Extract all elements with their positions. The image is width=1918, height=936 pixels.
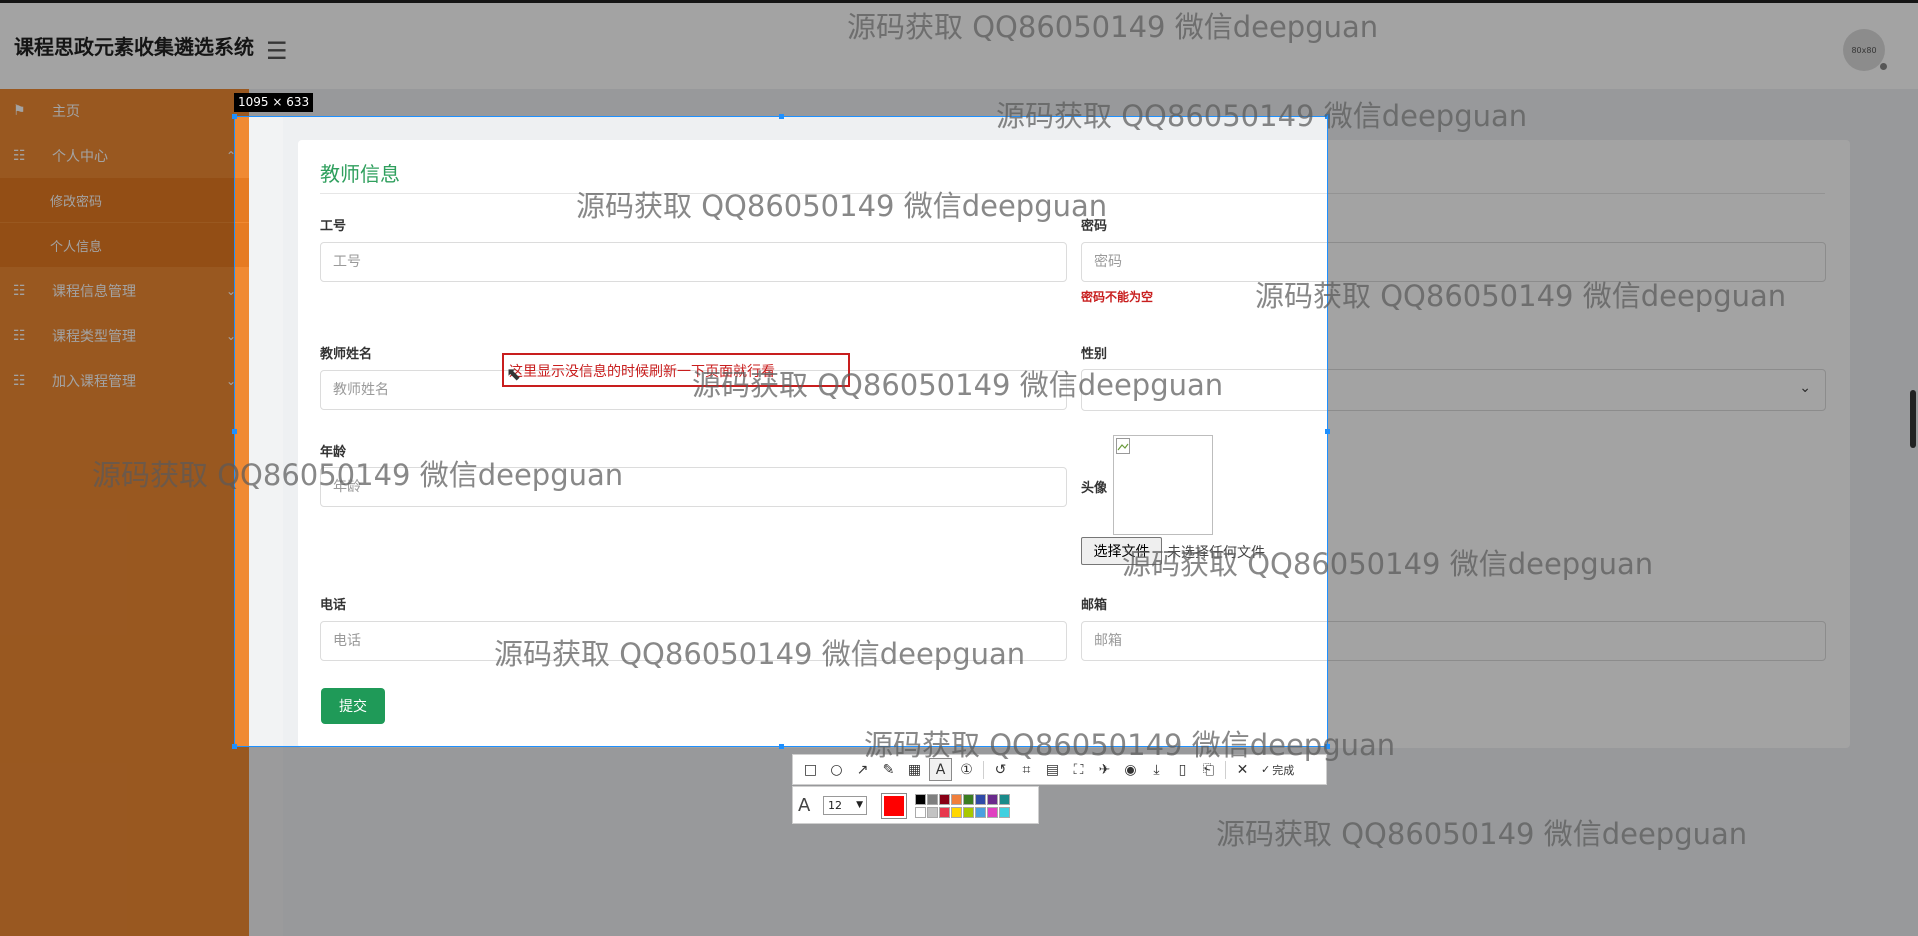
current-color-fill [884,796,904,816]
screenshot-toolbar: □ ○ ↗ ✎ ▦ A ① ↺ ⌗ ▤ ⛶ ✈ ◉ ⤓ ▯ ⎗ ✕ ✓ 完成 [792,754,1327,785]
scan-icon[interactable]: ⛶ [1067,758,1090,781]
undo-icon[interactable]: ↺ [989,758,1012,781]
arrow-icon[interactable]: ↗ [851,758,874,781]
text-style-panel: A 12 ▼ [792,786,1039,824]
close-icon[interactable]: ✕ [1231,758,1254,781]
color-swatch[interactable] [999,794,1010,805]
color-swatch[interactable] [975,794,986,805]
capture-selection-frame[interactable] [234,116,1328,747]
dim-overlay-left [0,116,234,747]
resize-handle[interactable] [779,744,784,749]
resize-handle[interactable] [232,429,237,434]
font-icon: A [798,795,811,816]
record-icon[interactable]: ◉ [1119,758,1142,781]
dim-overlay-right [1328,116,1918,747]
scrollbar-thumb[interactable] [1910,390,1916,448]
resize-handle[interactable] [1325,429,1330,434]
font-size-select[interactable]: 12 ▼ [823,796,867,815]
chevron-down-icon: ▼ [856,800,863,810]
resize-handle[interactable] [779,114,784,119]
current-color-swatch[interactable] [881,793,907,819]
resize-handle[interactable] [1325,744,1330,749]
selection-size-label: 1095 × 633 [234,93,314,112]
mosaic-icon[interactable]: ▦ [903,758,926,781]
color-swatch[interactable] [951,794,962,805]
font-size-value: 12 [828,799,842,812]
done-button[interactable]: ✓ 完成 [1261,762,1294,778]
color-swatch[interactable] [987,807,998,818]
bookmark-icon[interactable]: ⎗ [1197,758,1220,781]
cursor-icon: ⬉ [506,364,522,385]
download-icon[interactable]: ⤓ [1145,758,1168,781]
toolbar-divider [1225,760,1226,779]
color-swatch[interactable] [963,807,974,818]
color-swatch[interactable] [987,794,998,805]
color-swatch[interactable] [927,807,938,818]
rectangle-icon[interactable]: □ [799,758,822,781]
resize-handle[interactable] [1325,114,1330,119]
pencil-icon[interactable]: ✎ [877,758,900,781]
pin-icon[interactable]: ✈ [1093,758,1116,781]
resize-handle[interactable] [232,114,237,119]
color-swatch[interactable] [975,807,986,818]
color-swatch[interactable] [963,794,974,805]
color-swatch[interactable] [915,794,926,805]
ellipse-icon[interactable]: ○ [825,758,848,781]
number-marker-icon[interactable]: ① [955,758,978,781]
color-swatch[interactable] [927,794,938,805]
color-swatch[interactable] [951,807,962,818]
crop-icon[interactable]: ⌗ [1015,758,1038,781]
done-label: 完成 [1272,763,1295,777]
toolbar-divider [983,760,984,779]
annotation-text[interactable]: 这里显示没信息的时候刷新一下页面就行看 [509,361,775,381]
color-swatch[interactable] [999,807,1010,818]
color-swatch[interactable] [939,794,950,805]
resize-handle[interactable] [232,744,237,749]
save-icon[interactable]: ▯ [1171,758,1194,781]
text-icon[interactable]: A [929,758,952,781]
check-icon: ✓ [1261,763,1271,776]
color-swatch[interactable] [915,807,926,818]
ocr-icon[interactable]: ▤ [1041,758,1064,781]
color-swatch[interactable] [939,807,950,818]
